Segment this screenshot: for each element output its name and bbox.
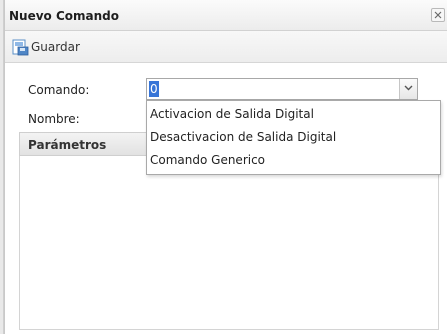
command-form: Comando: 0 Nombre: Parámetros Activacion… — [5, 63, 447, 334]
close-icon — [434, 11, 442, 19]
close-button[interactable] — [431, 8, 445, 22]
nombre-label: Nombre: — [28, 112, 80, 126]
comando-options-list: Activacion de Salida Digital Desactivaci… — [146, 100, 441, 175]
comando-select[interactable]: 0 — [146, 78, 418, 100]
option-comando-generico[interactable]: Comando Generico — [150, 153, 265, 167]
option-desactivacion-salida-digital[interactable]: Desactivacion de Salida Digital — [150, 130, 336, 144]
comando-label: Comando: — [28, 83, 90, 97]
dialog-title: Nuevo Comando — [9, 9, 119, 23]
dialog-toolbar: Guardar — [5, 31, 447, 63]
parameters-panel-body — [19, 156, 439, 330]
comando-selected-value: 0 — [149, 81, 159, 97]
comando-dropdown-toggle[interactable] — [399, 79, 417, 99]
chevron-down-icon — [404, 85, 413, 91]
new-command-dialog: Nuevo Comando Guardar Comando: 0 Nombre:… — [4, 0, 447, 334]
option-activacion-salida-digital[interactable]: Activacion de Salida Digital — [150, 107, 314, 121]
save-icon — [12, 39, 29, 56]
save-button[interactable]: Guardar — [11, 37, 80, 57]
save-button-label: Guardar — [31, 40, 80, 54]
parameters-title: Parámetros — [28, 138, 107, 152]
dialog-titlebar: Nuevo Comando — [5, 0, 447, 31]
